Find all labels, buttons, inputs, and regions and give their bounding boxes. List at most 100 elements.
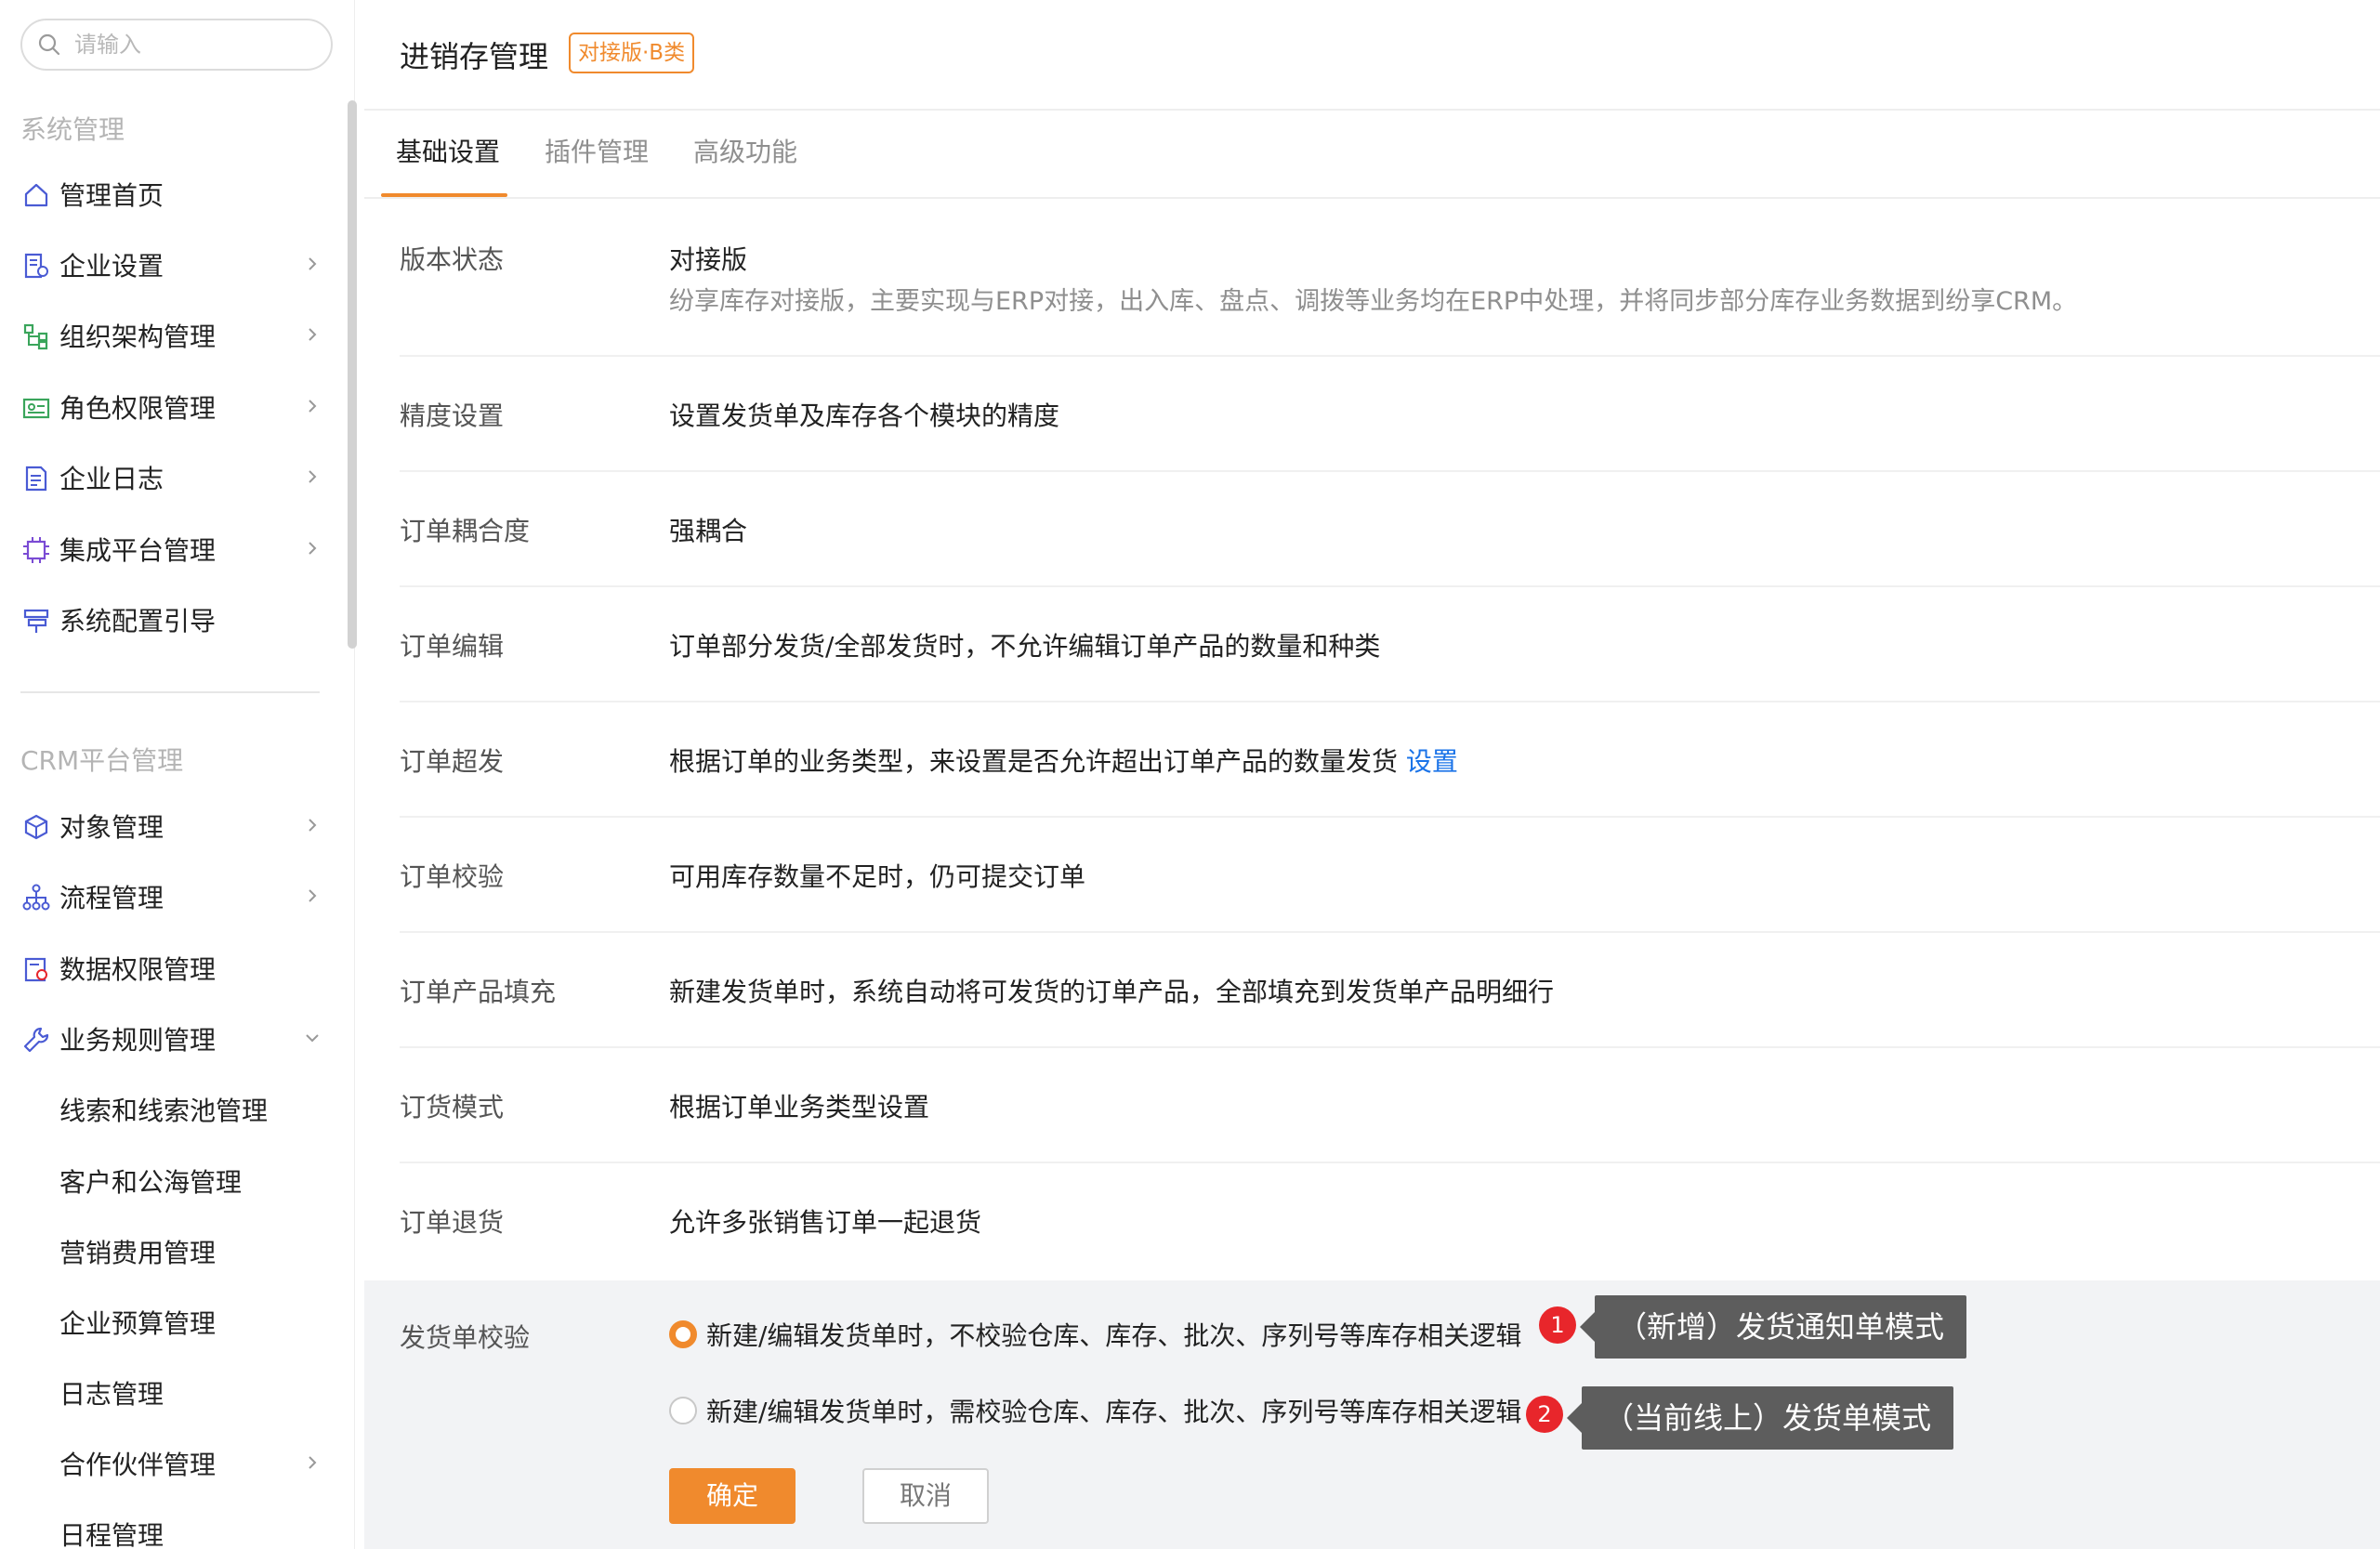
section-title-system: 系统管理 (20, 114, 125, 145)
sidebar-item-role[interactable]: 角色权限管理 (0, 378, 335, 436)
setting-value: 可用库存数量不足时，仍可提交订单 (669, 861, 1086, 892)
tab-plugin-management[interactable]: 插件管理 (545, 132, 649, 169)
sidebar-item-integration[interactable]: 集成平台管理 (0, 520, 335, 578)
sidebar-subitem-schedule[interactable]: 日程管理 (0, 1505, 335, 1549)
sidebar-item-flow[interactable]: 流程管理 (0, 868, 335, 925)
cube-icon (24, 814, 48, 840)
row-divider (400, 470, 2380, 472)
sidebar-item-label: 日志管理 (59, 1379, 164, 1410)
chevron-right-icon (309, 819, 317, 832)
delivery-option-1[interactable]: 新建/编辑发货单时，不校验仓库、库存、批次、序列号等库存相关逻辑 (669, 1316, 1521, 1353)
log-icon (25, 466, 47, 492)
sidebar-subitem-logs[interactable]: 日志管理 (0, 1364, 335, 1422)
sidebar-item-label: 集成平台管理 (59, 535, 217, 566)
annotation-badge-2: 2 (1526, 1396, 1563, 1433)
setting-label: 订单耦合度 (400, 516, 531, 546)
sidebar-divider (20, 691, 320, 693)
sidebar-item-label: 数据权限管理 (59, 954, 217, 985)
id-card-icon (22, 398, 50, 419)
sidebar-item-label: 营销费用管理 (59, 1238, 217, 1268)
chevron-right-icon (309, 470, 317, 483)
chevron-down-icon (306, 1034, 319, 1043)
cancel-button[interactable]: 取消 (862, 1468, 989, 1524)
setting-label: 订货模式 (400, 1092, 505, 1122)
radio-label: 新建/编辑发货单时，不校验仓库、库存、批次、序列号等库存相关逻辑 (706, 1320, 1522, 1351)
radio-checked[interactable] (669, 1320, 697, 1348)
setting-value: 对接版 (669, 244, 748, 275)
sidebar-scrollbar[interactable] (348, 100, 357, 649)
sidebar-subitem-marketing[interactable]: 营销费用管理 (0, 1223, 335, 1280)
chevron-right-icon (309, 400, 317, 413)
sidebar-item-log[interactable]: 企业日志 (0, 449, 335, 506)
radio-label: 新建/编辑发货单时，需校验仓库、库存、批次、序列号等库存相关逻辑 (706, 1397, 1522, 1427)
setting-label: 订单超发 (400, 746, 505, 777)
setting-value: 强耦合 (669, 516, 748, 546)
setting-value: 根据订单的业务类型，来设置是否允许超出订单产品的数量发货 (669, 746, 1399, 777)
sidebar-item-object[interactable]: 对象管理 (0, 797, 335, 855)
sidebar-item-data-permission[interactable]: 数据权限管理 (0, 939, 335, 997)
sidebar-item-label: 合作伙伴管理 (59, 1450, 217, 1480)
sidebar-subitem-budget[interactable]: 企业预算管理 (0, 1293, 335, 1351)
sidebar-item-enterprise[interactable]: 企业设置 (0, 236, 335, 294)
confirm-button[interactable]: 确定 (669, 1468, 796, 1524)
sidebar-item-label: 日程管理 (59, 1520, 164, 1549)
row-divider (400, 816, 2380, 818)
sidebar-item-label: 企业设置 (59, 251, 164, 282)
setting-label: 版本状态 (400, 244, 505, 275)
sidebar-item-label: 角色权限管理 (59, 393, 217, 424)
page-title: 进销存管理 (400, 39, 549, 74)
home-icon (24, 183, 48, 207)
tabs-divider (364, 197, 2380, 199)
row-divider (400, 931, 2380, 933)
main-content: 进销存管理 对接版·B类 基础设置 插件管理 高级功能 版本状态 对接版 纷享库… (364, 0, 2380, 1549)
sidebar-item-label: 线索和线索池管理 (59, 1096, 269, 1126)
wrench-icon (23, 1027, 49, 1053)
row-divider (400, 355, 2380, 357)
sidebar-item-label: 企业日志 (59, 464, 164, 494)
sidebar-item-org[interactable]: 组织架构管理 (0, 307, 335, 364)
annotation-callout-2: （当前线上）发货单模式 (1566, 1386, 1954, 1450)
sidebar-item-label: 管理首页 (59, 180, 164, 211)
tab-basic-settings[interactable]: 基础设置 (396, 132, 500, 169)
overship-settings-link[interactable]: 设置 (1406, 746, 1458, 777)
row-divider (400, 1162, 2380, 1163)
row-divider (400, 1046, 2380, 1048)
delivery-check-section: 发货单校验 新建/编辑发货单时，不校验仓库、库存、批次、序列号等库存相关逻辑 1… (364, 1280, 2380, 1549)
row-divider (400, 585, 2380, 587)
sidebar-item-business-rules[interactable]: 业务规则管理 (0, 1010, 335, 1068)
sidebar-item-label: 流程管理 (59, 883, 164, 913)
org-tree-icon (23, 323, 48, 350)
setting-value-wrap: 根据订单的业务类型，来设置是否允许超出订单产品的数量发货 设置 (669, 742, 1458, 779)
setting-label: 订单退货 (400, 1207, 505, 1238)
setting-value: 订单部分发货/全部发货时，不允许编辑订单产品的数量和种类 (669, 631, 1381, 662)
chevron-right-icon (309, 1456, 317, 1469)
search-box[interactable] (20, 19, 333, 71)
sidebar-item-guide[interactable]: 系统配置引导 (0, 591, 335, 649)
sidebar-subitem-leads[interactable]: 线索和线索池管理 (0, 1081, 335, 1138)
sidebar-item-label: 系统配置引导 (59, 606, 217, 637)
delivery-check-label: 发货单校验 (400, 1322, 531, 1353)
annotation-badge-1: 1 (1539, 1306, 1576, 1344)
setting-label: 订单校验 (400, 861, 505, 892)
row-divider (400, 701, 2380, 702)
sidebar-item-label: 业务规则管理 (59, 1025, 217, 1056)
chevron-right-icon (309, 889, 317, 902)
sidebar-subitem-customers[interactable]: 客户和公海管理 (0, 1152, 335, 1210)
setting-description: 纷享库存对接版，主要实现与ERP对接，出入库、盘点、调拨等业务均在ERP中处理，… (669, 287, 2078, 316)
version-badge: 对接版·B类 (569, 33, 695, 73)
delivery-option-2[interactable]: 新建/编辑发货单时，需校验仓库、库存、批次、序列号等库存相关逻辑 (669, 1392, 1521, 1429)
setting-value: 新建发货单时，系统自动将可发货的订单产品，全部填充到发货单产品明细行 (669, 977, 1555, 1007)
sidebar-subitem-partners[interactable]: 合作伙伴管理 (0, 1435, 335, 1492)
tab-advanced-features[interactable]: 高级功能 (693, 132, 797, 169)
annotation-callout-1: （新增）发货通知单模式 (1579, 1295, 1967, 1359)
sidebar-item-label: 组织架构管理 (59, 322, 217, 352)
setting-label: 订单产品填充 (400, 977, 557, 1007)
chevron-right-icon (309, 542, 317, 555)
sidebar-item-home[interactable]: 管理首页 (0, 165, 335, 223)
search-input[interactable] (74, 28, 316, 61)
radio-unchecked[interactable] (669, 1397, 697, 1424)
sidebar: 系统管理 管理首页 企业设置 组织架构管理 角色权限管理 企业日志 集成平台管理… (0, 0, 357, 1549)
search-icon (38, 33, 60, 56)
setting-value: 允许多张销售订单一起退货 (669, 1207, 982, 1238)
guide-icon (23, 609, 49, 633)
